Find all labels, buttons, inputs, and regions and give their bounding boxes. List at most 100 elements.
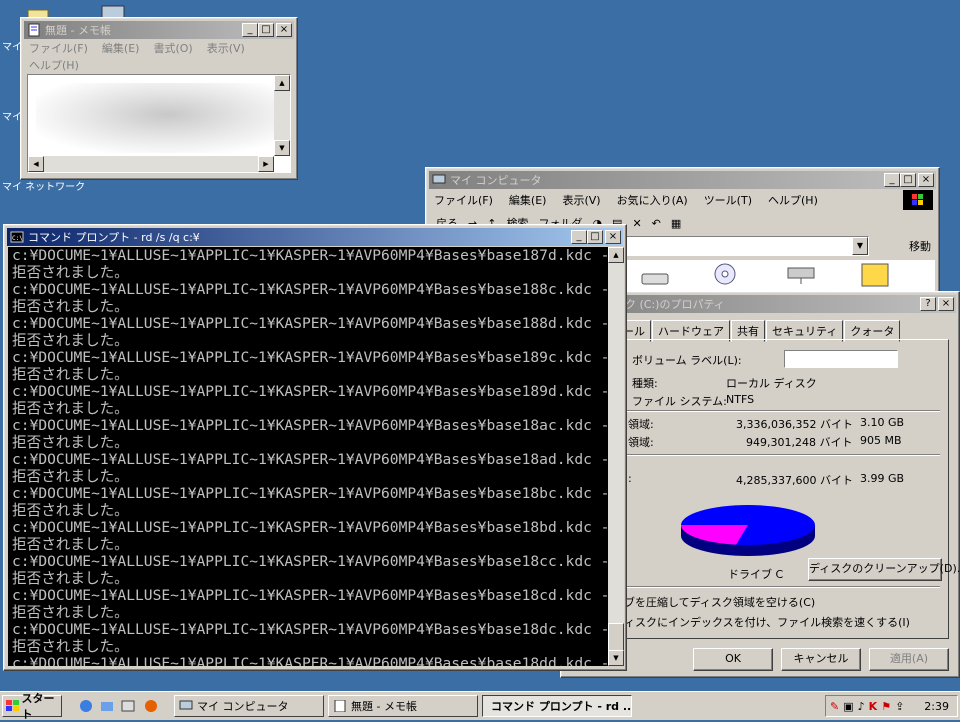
menu-help[interactable]: ヘルプ(H) [768, 192, 818, 208]
pen-icon[interactable]: ✎ [830, 700, 839, 713]
cmd-line: c:¥DOCUME~1¥ALLUSE~1¥APPLIC~1¥KASPER~1¥A… [12, 519, 608, 536]
volume-label-input[interactable] [784, 350, 898, 368]
desktop-label-1[interactable]: マイ [2, 38, 22, 53]
cmd-line: 拒否されました。 [12, 570, 129, 587]
scroll-down-arrow-icon[interactable]: ▼ [608, 650, 624, 666]
maximize-button[interactable]: □ [900, 173, 916, 187]
taskbar-item-command-prompt[interactable]: コマンド プロンプト - rd ... [482, 695, 632, 717]
show-desktop-icon[interactable] [120, 698, 136, 714]
menu-file[interactable]: ファイル(F) [29, 40, 88, 56]
control-panel-icon[interactable] [860, 262, 890, 288]
close-button[interactable]: × [938, 297, 954, 311]
flag-icon[interactable]: ⚑ [881, 700, 891, 713]
cmd-line: c:¥DOCUME~1¥ALLUSE~1¥APPLIC~1¥KASPER~1¥A… [12, 451, 608, 468]
cmd-line: c:¥DOCUME~1¥ALLUSE~1¥APPLIC~1¥KASPER~1¥A… [12, 553, 608, 570]
cmd-vertical-scrollbar[interactable]: ▲ ▼ [608, 247, 624, 666]
menu-format[interactable]: 書式(O) [153, 40, 192, 56]
cmd-line: c:¥DOCUME~1¥ALLUSE~1¥APPLIC~1¥KASPER~1¥A… [12, 655, 608, 666]
dropdown-arrow-icon[interactable]: ▼ [852, 237, 868, 255]
general-tab-panel: ボリューム ラベル(L): 種類: ローカル ディスク ファイル システム: N… [617, 339, 960, 639]
notepad-icon [334, 700, 346, 712]
desktop-label-network[interactable]: マイ ネットワーク [2, 178, 85, 193]
cmd-line: c:¥DOCUME~1¥ALLUSE~1¥APPLIC~1¥KASPER~1¥A… [12, 349, 608, 366]
cmd-line: 拒否されました。 [12, 604, 129, 621]
cd-drive-icon[interactable] [710, 262, 740, 288]
cmd-line: 拒否されました。 [12, 468, 129, 485]
notepad-window[interactable]: 無題 - メモ帳 _ □ × ファイル(F) 編集(E) 書式(O) 表示(V)… [20, 17, 298, 180]
start-button[interactable]: スタート [2, 692, 62, 721]
minimize-button[interactable]: _ [884, 173, 900, 187]
cmd-line: 拒否されました。 [12, 366, 129, 383]
scroll-up-arrow-icon[interactable]: ▲ [608, 247, 624, 263]
scroll-right-arrow-icon[interactable]: ▶ [258, 156, 274, 172]
scroll-left-arrow-icon[interactable]: ◀ [28, 156, 44, 172]
compress-drive-checkbox[interactable]: ブを圧縮してディスク領域を空ける(C) [624, 594, 815, 610]
used-space-gb: 3.10 GB [860, 416, 905, 429]
menu-edit[interactable]: 編集(E) [102, 40, 140, 56]
menu-edit[interactable]: 編集(E) [509, 192, 547, 208]
internet-explorer-icon[interactable] [78, 698, 94, 714]
outlook-express-icon[interactable] [99, 698, 115, 714]
floppy-drive-icon[interactable] [640, 266, 670, 288]
my-computer-title: マイ コンピュータ [450, 174, 542, 187]
close-button[interactable]: × [918, 173, 934, 187]
taskbar: スタート マイ コンピュータ 無題 - メモ帳 コマンド プロンプト - rd … [0, 691, 960, 721]
cmd-line: c:¥DOCUME~1¥ALLUSE~1¥APPLIC~1¥KASPER~1¥A… [12, 587, 608, 604]
menu-favorites[interactable]: お気に入り(A) [617, 192, 688, 208]
notepad-icon [28, 23, 40, 37]
maximize-button[interactable]: □ [587, 230, 603, 244]
menu-view[interactable]: 表示(V) [562, 192, 600, 208]
notepad-titlebar[interactable]: 無題 - メモ帳 _ □ × [24, 21, 294, 39]
separator [626, 454, 940, 456]
close-button[interactable]: × [276, 23, 292, 37]
cmd-line: 拒否されました。 [12, 502, 129, 519]
taskbar-item-notepad[interactable]: 無題 - メモ帳 [328, 695, 478, 717]
ok-button[interactable]: OK [693, 648, 773, 671]
help-button[interactable]: ? [920, 297, 936, 311]
views-icon[interactable]: ▦ [671, 217, 681, 230]
menu-view[interactable]: 表示(V) [207, 40, 245, 56]
notepad-vertical-scrollbar[interactable]: ▲ ▼ [274, 75, 290, 156]
go-button[interactable]: 移動 [909, 238, 931, 254]
apply-button[interactable]: 適用(A) [869, 648, 949, 671]
scroll-up-arrow-icon[interactable]: ▲ [274, 75, 290, 91]
desktop-label-2[interactable]: マイ [2, 108, 22, 123]
filesystem-label: ファイル システム: [632, 395, 727, 408]
task-label: 無題 - メモ帳 [351, 700, 417, 713]
disk-cleanup-button[interactable]: ディスクのクリーンアップ(D)... [808, 558, 960, 581]
my-computer-titlebar[interactable]: マイ コンピュータ _ □ × [429, 171, 936, 189]
volume-icon[interactable]: ♪ [858, 700, 865, 713]
cmd-line: 拒否されました。 [12, 298, 129, 315]
command-prompt-window[interactable]: C:\ コマンド プロンプト - rd /s /q c:¥ _ □ × c:¥D… [3, 224, 627, 671]
cancel-button[interactable]: キャンセル [781, 648, 861, 671]
safely-remove-icon[interactable]: ⇪ [895, 700, 904, 713]
firefox-icon[interactable] [143, 698, 159, 714]
cmd-titlebar[interactable]: C:\ コマンド プロンプト - rd /s /q c:¥ _ □ × [7, 228, 623, 246]
scroll-thumb[interactable] [608, 623, 624, 651]
system-tray: ✎ ▣ ♪ K ⚑ ⇪ 2:39 [825, 695, 958, 717]
cmd-output[interactable]: c:¥DOCUME~1¥ALLUSE~1¥APPLIC~1¥KASPER~1¥A… [8, 247, 608, 666]
menu-help[interactable]: ヘルプ(H) [29, 57, 79, 73]
minimize-button[interactable]: _ [242, 23, 258, 37]
notepad-text-area[interactable]: ▲ ▼ ◀ ▶ [27, 74, 291, 173]
delete-icon[interactable]: ✕ [632, 217, 641, 230]
scroll-down-arrow-icon[interactable]: ▼ [274, 140, 290, 156]
minimize-button[interactable]: _ [571, 230, 587, 244]
capacity-gb: 3.99 GB [860, 472, 905, 485]
type-label: 種類: [632, 377, 658, 390]
index-drive-checkbox[interactable]: ィスクにインデックスを付け、ファイル検索を速くする(I) [624, 614, 910, 630]
menu-tools[interactable]: ツール(T) [704, 192, 752, 208]
address-input[interactable]: ▼ [620, 236, 869, 256]
network-tray-icon[interactable]: ▣ [843, 700, 853, 713]
notepad-horizontal-scrollbar[interactable]: ◀ ▶ [28, 156, 274, 172]
kaspersky-icon[interactable]: K [869, 700, 878, 713]
close-button[interactable]: × [605, 230, 621, 244]
cmd-line: c:¥DOCUME~1¥ALLUSE~1¥APPLIC~1¥KASPER~1¥A… [12, 383, 608, 400]
taskbar-item-my-computer[interactable]: マイ コンピュータ [174, 695, 324, 717]
menu-file[interactable]: ファイル(F) [434, 192, 493, 208]
maximize-button[interactable]: □ [258, 23, 274, 37]
network-drive-icon[interactable] [786, 264, 816, 288]
undo-icon[interactable]: ↶ [652, 217, 661, 230]
task-label: コマンド プロンプト - rd ... [491, 700, 632, 713]
cmd-line: 拒否されました。 [12, 536, 129, 553]
